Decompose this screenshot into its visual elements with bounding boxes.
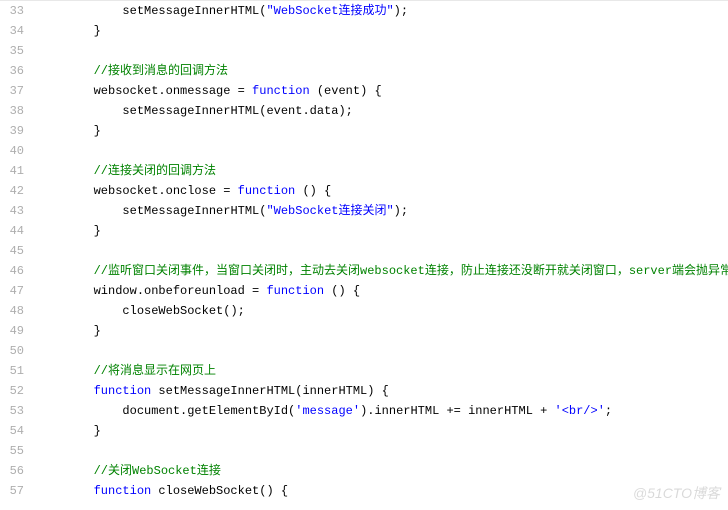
token-keyword: function [252, 84, 310, 98]
token-plain: () { [295, 184, 331, 198]
line-number: 44 [0, 221, 24, 241]
code-line: //监听窗口关闭事件，当窗口关闭时，主动去关闭websocket连接，防止连接还… [36, 261, 728, 281]
code-line: setMessageInnerHTML("WebSocket连接成功"); [36, 1, 728, 21]
code-line: } [36, 221, 728, 241]
token-plain: (event) { [310, 84, 382, 98]
line-number: 48 [0, 301, 24, 321]
line-number: 36 [0, 61, 24, 81]
token-plain: closeWebSocket() { [151, 484, 288, 498]
line-number: 39 [0, 121, 24, 141]
code-line: setMessageInnerHTML("WebSocket连接关闭"); [36, 201, 728, 221]
token-plain: websocket.onmessage = [94, 84, 252, 98]
code-line: websocket.onmessage = function (event) { [36, 81, 728, 101]
token-plain: setMessageInnerHTML( [122, 4, 266, 18]
line-number: 41 [0, 161, 24, 181]
code-line: closeWebSocket(); [36, 301, 728, 321]
code-line [36, 41, 728, 61]
token-plain: setMessageInnerHTML(event.data); [122, 104, 352, 118]
line-number: 35 [0, 41, 24, 61]
line-number: 33 [0, 1, 24, 21]
token-keyword: function [94, 484, 152, 498]
token-plain: ; [605, 404, 612, 418]
code-line: function closeWebSocket() { [36, 481, 728, 501]
code-line: window.onbeforeunload = function () { [36, 281, 728, 301]
token-plain: } [94, 124, 101, 138]
code-line [36, 441, 728, 461]
code-line: } [36, 421, 728, 441]
token-plain: () { [324, 284, 360, 298]
token-plain: setMessageInnerHTML( [122, 204, 266, 218]
token-comment: //关闭WebSocket连接 [94, 464, 221, 478]
code-line: //连接关闭的回调方法 [36, 161, 728, 181]
token-string: "WebSocket连接成功" [266, 4, 393, 18]
line-number: 37 [0, 81, 24, 101]
line-number: 45 [0, 241, 24, 261]
line-number-gutter: 3334353637383940414243444546474849505152… [0, 1, 32, 501]
token-keyword: function [94, 384, 152, 398]
code-line [36, 341, 728, 361]
code-editor: 3334353637383940414243444546474849505152… [0, 0, 728, 501]
token-plain: websocket.onclose = [94, 184, 238, 198]
token-string: "WebSocket连接关闭" [266, 204, 393, 218]
line-number: 43 [0, 201, 24, 221]
line-number: 38 [0, 101, 24, 121]
line-number: 49 [0, 321, 24, 341]
line-number: 42 [0, 181, 24, 201]
token-keyword: function [238, 184, 296, 198]
token-comment: //监听窗口关闭事件，当窗口关闭时，主动去关闭websocket连接，防止连接还… [94, 264, 728, 278]
token-plain: ).innerHTML += innerHTML + [360, 404, 554, 418]
token-comment: //接收到消息的回调方法 [94, 64, 228, 78]
line-number: 53 [0, 401, 24, 421]
token-plain: window.onbeforeunload = [94, 284, 267, 298]
line-number: 52 [0, 381, 24, 401]
code-line: //关闭WebSocket连接 [36, 461, 728, 481]
token-plain: } [94, 24, 101, 38]
line-number: 54 [0, 421, 24, 441]
code-line [36, 141, 728, 161]
token-plain: setMessageInnerHTML(innerHTML) { [151, 384, 389, 398]
code-line: setMessageInnerHTML(event.data); [36, 101, 728, 121]
code-line: //将消息显示在网页上 [36, 361, 728, 381]
line-number: 40 [0, 141, 24, 161]
code-line [36, 241, 728, 261]
watermark: @51CTO博客 [633, 482, 720, 506]
token-comment: //连接关闭的回调方法 [94, 164, 216, 178]
line-number: 46 [0, 261, 24, 281]
token-plain: } [94, 224, 101, 238]
token-comment: //将消息显示在网页上 [94, 364, 216, 378]
token-string: 'message' [295, 404, 360, 418]
line-number: 55 [0, 441, 24, 461]
token-plain: closeWebSocket(); [122, 304, 244, 318]
line-number: 47 [0, 281, 24, 301]
code-line: function setMessageInnerHTML(innerHTML) … [36, 381, 728, 401]
code-line: } [36, 121, 728, 141]
token-string: '<br/>' [555, 404, 605, 418]
token-plain: } [94, 424, 101, 438]
code-line: } [36, 21, 728, 41]
token-plain: document.getElementById( [122, 404, 295, 418]
line-number: 34 [0, 21, 24, 41]
code-line: } [36, 321, 728, 341]
token-plain: } [94, 324, 101, 338]
token-plain: ); [394, 204, 408, 218]
code-line: document.getElementById('message').inner… [36, 401, 728, 421]
token-keyword: function [266, 284, 324, 298]
line-number: 51 [0, 361, 24, 381]
line-number: 56 [0, 461, 24, 481]
line-number: 50 [0, 341, 24, 361]
line-number: 57 [0, 481, 24, 501]
code-line: websocket.onclose = function () { [36, 181, 728, 201]
code-content[interactable]: setMessageInnerHTML("WebSocket连接成功"); } … [32, 1, 728, 501]
code-line: //接收到消息的回调方法 [36, 61, 728, 81]
token-plain: ); [394, 4, 408, 18]
